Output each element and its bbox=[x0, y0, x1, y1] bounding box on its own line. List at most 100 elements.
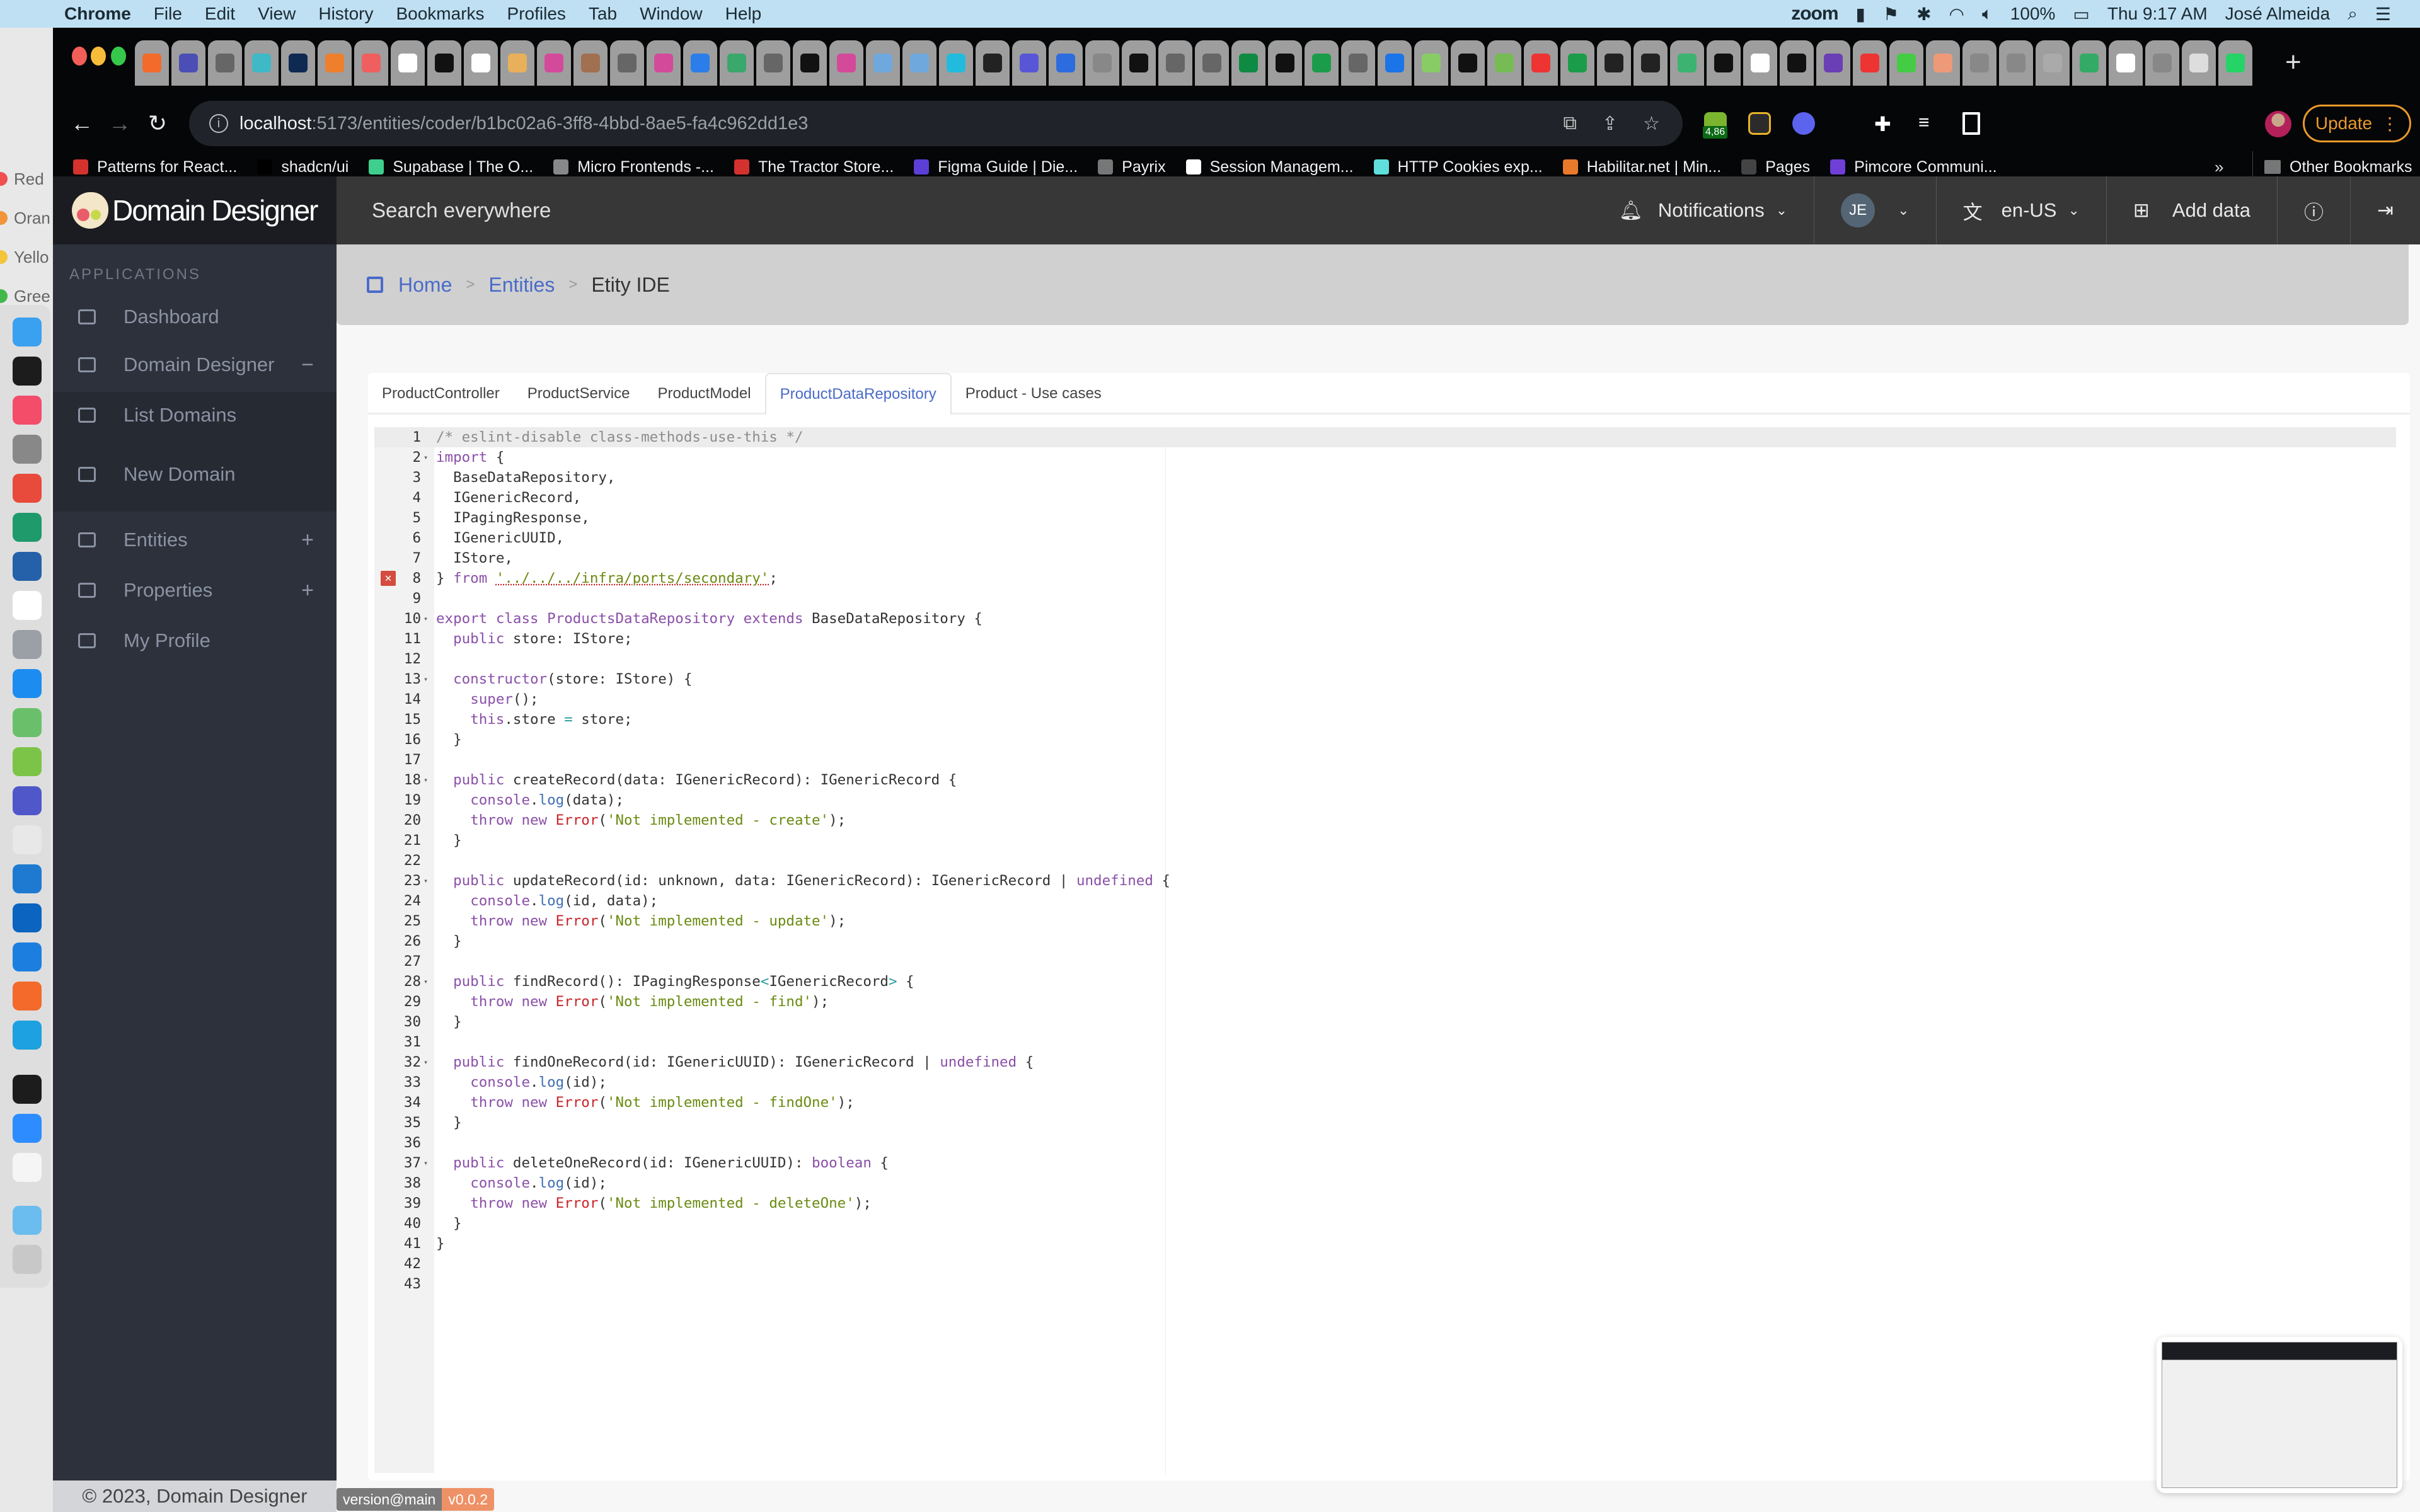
code-line[interactable]: 42 bbox=[374, 1254, 2396, 1274]
browser-tab[interactable] bbox=[1634, 40, 1668, 86]
browser-tab[interactable] bbox=[1085, 40, 1119, 86]
clock[interactable]: Thu 9:17 AM bbox=[2107, 4, 2208, 24]
downloads-folder-icon[interactable] bbox=[13, 1206, 42, 1235]
browser-tab[interactable] bbox=[866, 40, 900, 86]
browser-tab[interactable] bbox=[2182, 40, 2216, 86]
code-line[interactable]: 30 } bbox=[374, 1012, 2396, 1032]
slack-icon[interactable] bbox=[13, 825, 42, 854]
finder-tag-yellow[interactable]: Yello bbox=[0, 244, 49, 270]
minimize-window-button[interactable] bbox=[91, 47, 106, 66]
expand-icon[interactable]: + bbox=[301, 528, 314, 553]
code-line[interactable]: ✕ 8} from '../../../infra/ports/secondary… bbox=[374, 568, 2396, 588]
code-line[interactable]: 40 } bbox=[374, 1213, 2396, 1234]
browser-tab[interactable] bbox=[1707, 40, 1741, 86]
browser-tab[interactable] bbox=[720, 40, 754, 86]
browser-tab[interactable] bbox=[1743, 40, 1777, 86]
zoom-status-icon[interactable]: zoom bbox=[1791, 3, 1838, 25]
browser-tab[interactable] bbox=[1195, 40, 1229, 86]
file-tab[interactable]: ProductModel bbox=[644, 373, 765, 415]
browser-tab[interactable] bbox=[1414, 40, 1448, 86]
code-line[interactable]: 38 console.log(id); bbox=[374, 1173, 2396, 1193]
search-input[interactable] bbox=[372, 198, 1380, 222]
browser-tab[interactable] bbox=[1962, 40, 1997, 86]
battery-icon[interactable]: ▭ bbox=[2073, 4, 2089, 25]
fold-arrow-icon[interactable]: ▾ bbox=[424, 675, 434, 684]
sidebar-item-new-domain[interactable]: New Domain bbox=[53, 451, 337, 498]
bookmark-item[interactable]: Patterns for React... bbox=[73, 158, 237, 176]
menu-window[interactable]: Window bbox=[640, 4, 703, 24]
sidebar-item-dashboard[interactable]: Dashboard bbox=[53, 294, 337, 340]
bookmark-item[interactable]: Micro Frontends -... bbox=[553, 158, 714, 176]
activity-monitor-icon[interactable] bbox=[13, 1075, 42, 1104]
address-bar[interactable]: i localhost:5173/entities/coder/b1bc02a6… bbox=[189, 101, 1683, 146]
code-line[interactable]: 28 ▾ public findRecord(): IPagingResponse… bbox=[374, 971, 2396, 992]
clock-app-icon[interactable] bbox=[13, 708, 42, 737]
code-line[interactable]: 6 IGenericUUID, bbox=[374, 528, 2396, 548]
sidebar-item-list-domains[interactable]: List Domains bbox=[53, 392, 337, 438]
browser-tab[interactable] bbox=[1122, 40, 1156, 86]
file-tab[interactable]: ProductDataRepository bbox=[764, 373, 952, 415]
menu-bookmarks[interactable]: Bookmarks bbox=[396, 4, 484, 24]
code-editor[interactable]: 1 /* eslint-disable class-methods-use-thi… bbox=[374, 427, 2396, 1474]
reload-button[interactable]: ↻ bbox=[139, 110, 176, 137]
browser-tab[interactable] bbox=[1158, 40, 1192, 86]
browser-tab[interactable] bbox=[245, 40, 279, 86]
browser-tab[interactable] bbox=[1305, 40, 1339, 86]
language-dropdown[interactable]: 文 en-US ⌄ bbox=[1935, 176, 2106, 244]
browser-tab[interactable] bbox=[793, 40, 827, 86]
fold-arrow-icon[interactable]: ▾ bbox=[424, 453, 434, 462]
back-button[interactable]: ← bbox=[63, 110, 101, 137]
site-info-icon[interactable]: i bbox=[209, 114, 228, 133]
brand[interactable]: Domain Designer bbox=[53, 176, 337, 244]
error-marker-icon[interactable]: ✕ bbox=[381, 571, 396, 586]
browser-tab[interactable] bbox=[1268, 40, 1302, 86]
browser-tab[interactable] bbox=[1853, 40, 1887, 86]
fold-arrow-icon[interactable]: ▾ bbox=[424, 1159, 434, 1167]
browser-tab[interactable] bbox=[1926, 40, 1960, 86]
code-line[interactable]: 43 bbox=[374, 1274, 2396, 1294]
code-line[interactable]: 39 throw new Error('Not implemented - de… bbox=[374, 1193, 2396, 1213]
browser-tab[interactable] bbox=[1012, 40, 1046, 86]
chrome-profile-avatar[interactable] bbox=[2265, 111, 2291, 137]
trash-icon[interactable] bbox=[13, 1245, 42, 1274]
code-line[interactable]: 27 bbox=[374, 951, 2396, 971]
help-button[interactable]: ⓘ bbox=[2277, 176, 2350, 244]
browser-tab[interactable] bbox=[1816, 40, 1850, 86]
code-line[interactable]: 35 } bbox=[374, 1113, 2396, 1133]
textedit-icon[interactable] bbox=[13, 1153, 42, 1182]
code-line[interactable]: 36 bbox=[374, 1133, 2396, 1153]
browser-tab[interactable] bbox=[1451, 40, 1485, 86]
bookmark-item[interactable]: Session Managem... bbox=[1185, 158, 1354, 176]
code-line[interactable]: 29 throw new Error('Not implemented - fi… bbox=[374, 992, 2396, 1012]
code-line[interactable]: 3 BaseDataRepository, bbox=[374, 467, 2396, 488]
notifications-dropdown[interactable]: 🔔︎ Notifications ⌄ bbox=[1593, 176, 1814, 244]
code-line[interactable]: 12 bbox=[374, 649, 2396, 669]
code-line[interactable]: 37 ▾ public deleteOneRecord(id: IGenericU… bbox=[374, 1153, 2396, 1173]
breadcrumb-entities[interactable]: Entities bbox=[488, 273, 555, 297]
code-line[interactable]: 23 ▾ public updateRecord(id: unknown, dat… bbox=[374, 871, 2396, 891]
browser-tab[interactable] bbox=[537, 40, 571, 86]
browser-tab[interactable] bbox=[1999, 40, 2033, 86]
new-tab-button[interactable]: + bbox=[2285, 47, 2302, 78]
code-line[interactable]: 5 IPagingResponse, bbox=[374, 508, 2396, 528]
github-desktop-icon[interactable] bbox=[13, 552, 42, 581]
browser-tab[interactable] bbox=[976, 40, 1010, 86]
bookmark-item[interactable]: shadcn/ui bbox=[257, 158, 349, 176]
input-source-flag-icon[interactable]: ⚑ bbox=[1883, 4, 1899, 25]
browser-tab[interactable] bbox=[391, 40, 425, 86]
finder-tag-red[interactable]: Red bbox=[0, 166, 44, 192]
finder-tag-orange[interactable]: Oran bbox=[0, 205, 50, 231]
browser-tab[interactable] bbox=[464, 40, 498, 86]
extension-sparkle-icon[interactable] bbox=[1792, 112, 1815, 135]
vscode-icon[interactable] bbox=[13, 864, 42, 893]
extensions-puzzle-icon[interactable]: ✚ bbox=[1874, 112, 1897, 135]
maps-icon[interactable] bbox=[13, 942, 42, 971]
terminal-icon[interactable] bbox=[13, 357, 42, 386]
code-line[interactable]: 22 bbox=[374, 850, 2396, 871]
code-line[interactable]: 4 IGenericRecord, bbox=[374, 488, 2396, 508]
system-preferences-icon[interactable] bbox=[13, 435, 42, 464]
browser-tab[interactable] bbox=[829, 40, 863, 86]
fold-arrow-icon[interactable]: ▾ bbox=[424, 776, 434, 784]
code-line[interactable]: 11 public store: IStore; bbox=[374, 629, 2396, 649]
browser-tab[interactable] bbox=[573, 40, 608, 86]
